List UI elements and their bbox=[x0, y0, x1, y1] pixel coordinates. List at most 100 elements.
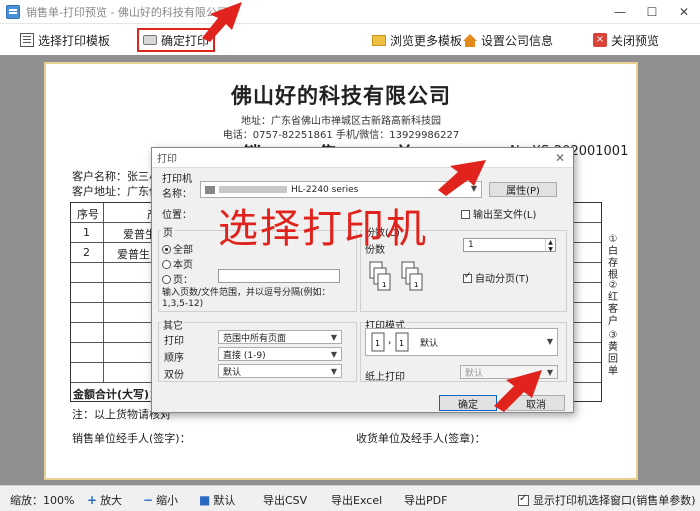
chevron-down-icon: ▼ bbox=[330, 367, 337, 376]
company-settings-label: 设置公司信息 bbox=[481, 33, 554, 48]
duplex-select[interactable]: 默认 ▼ bbox=[218, 364, 342, 378]
chevron-down-icon: ▼ bbox=[330, 350, 337, 359]
close-window-button[interactable]: ✕ bbox=[668, 0, 700, 24]
other-group-label: 其它 bbox=[161, 317, 185, 332]
export-pdf-button[interactable]: 导出PDF bbox=[404, 492, 447, 508]
collate-illustration: 1 1 bbox=[368, 260, 432, 304]
zoom-out-button[interactable]: − 缩小 bbox=[143, 492, 178, 508]
company-name: 佛山好的科技有限公司 bbox=[231, 83, 451, 108]
order-label: 顺序 bbox=[164, 353, 184, 364]
company-contact: 电话：0757-82251861 手机/微信：13929986227 bbox=[222, 130, 460, 141]
radio-icon bbox=[162, 260, 171, 269]
checkbox-checked-icon bbox=[518, 493, 529, 506]
printer-icon bbox=[143, 35, 157, 45]
svg-text:1: 1 bbox=[382, 281, 386, 289]
svg-text:1: 1 bbox=[399, 339, 404, 348]
ok-button[interactable]: 确定 bbox=[439, 395, 497, 411]
checkbox-icon bbox=[461, 210, 470, 219]
receiver-signature: 收货单位及经手人(签章)： bbox=[356, 432, 486, 445]
blurred-printer-prefix bbox=[219, 186, 287, 193]
radio-icon bbox=[162, 245, 171, 254]
zoom-in-button[interactable]: + 放大 bbox=[87, 492, 122, 508]
company-settings-button[interactable]: 设置公司信息 bbox=[463, 28, 553, 52]
svg-text:1: 1 bbox=[414, 281, 418, 289]
printer-name-label: 名称： bbox=[162, 189, 192, 200]
paper-print-label: 纸上打印 bbox=[365, 372, 405, 383]
printer-icon bbox=[205, 185, 215, 194]
toolbar: 选择打印模板 确定打印 浏览更多模板 设置公司信息 × 关闭预览 bbox=[0, 25, 700, 55]
folder-icon bbox=[372, 34, 386, 46]
table-row-1-no: 1 bbox=[83, 226, 90, 239]
duplex-label: 双份 bbox=[164, 370, 184, 381]
app-icon bbox=[6, 4, 20, 19]
close-icon: × bbox=[593, 33, 607, 47]
side-label-customer: ②红客户 bbox=[608, 280, 618, 327]
side-label-receipt: ③黄回单 bbox=[608, 330, 618, 377]
select-template-label: 选择打印模板 bbox=[38, 33, 111, 48]
print-mode-select[interactable]: 1 › 1 默认 ▼ bbox=[365, 328, 558, 356]
export-excel-button[interactable]: 导出Excel bbox=[331, 492, 382, 508]
customer-name: 客户名称：张三小 bbox=[72, 170, 160, 183]
export-csv-button[interactable]: 导出CSV bbox=[263, 492, 307, 508]
current-page-radio[interactable]: 本页 bbox=[162, 256, 193, 271]
order-select[interactable]: 直接 (1-9) ▼ bbox=[218, 347, 342, 361]
browse-templates-button[interactable]: 浏览更多模板 bbox=[372, 28, 462, 52]
seller-signature: 销售单位经手人(签字)： bbox=[72, 432, 191, 445]
properties-button[interactable]: 属性(P) bbox=[489, 182, 557, 197]
title-bar: 销售单-打印预览 - 佛山好的科技有限公司 — ☐ ✕ bbox=[0, 0, 700, 24]
dialog-title-bar: 打印 bbox=[152, 148, 573, 168]
side-label-stub: ①白存根 bbox=[608, 234, 618, 281]
browse-templates-label: 浏览更多模板 bbox=[390, 33, 463, 48]
company-address: 地址：广东省佛山市禅城区古新路高新科技园 bbox=[241, 116, 441, 127]
copies-value: 1 bbox=[468, 240, 474, 250]
chevron-down-icon: ▼ bbox=[546, 337, 553, 346]
page-range-hint: 输入页数/文件范围，并以逗号分隔(例如：1,3,5-12) bbox=[162, 288, 331, 309]
table-row-2-product: 爱普生 bbox=[117, 248, 150, 261]
total-label: 金额合计(大写)： bbox=[73, 388, 161, 401]
printer-name-value: HL-2240 series bbox=[291, 184, 359, 195]
red-arrow-icon bbox=[494, 370, 542, 412]
maximize-button[interactable]: ☐ bbox=[636, 0, 668, 24]
show-printer-dialog-checkbox[interactable]: 显示打印机选择窗口(销售单参数) bbox=[518, 492, 696, 508]
print-to-file-checkbox[interactable]: 输出至文件(L) bbox=[461, 206, 536, 221]
copies-stepper[interactable]: 1 ▲ ▼ bbox=[463, 238, 556, 253]
customer-address: 客户地址：广东佛 bbox=[72, 185, 160, 198]
printer-group-label: 打印机 bbox=[160, 170, 194, 185]
table-row-2-no: 2 bbox=[83, 246, 90, 259]
template-icon bbox=[20, 33, 34, 47]
close-preview-label: 关闭预览 bbox=[611, 33, 660, 48]
status-bar: 缩放：100% + 放大 − 缩小 ■ 默认 导出CSV 导出Excel 导出PDF … bbox=[0, 485, 700, 511]
plus-icon: + bbox=[87, 493, 98, 507]
select-template-button[interactable]: 选择打印模板 bbox=[20, 28, 110, 52]
page-range-input[interactable] bbox=[218, 269, 340, 283]
page-mode-icon: 1 › 1 bbox=[371, 332, 409, 352]
print-range-label: 打印 bbox=[164, 336, 184, 347]
all-pages-radio[interactable]: 全部 bbox=[162, 241, 193, 256]
print-range-select[interactable]: 范围中所有页面 ▼ bbox=[218, 330, 342, 344]
default-zoom-button[interactable]: ■ 默认 bbox=[199, 492, 235, 508]
chevron-down-icon: ▼ bbox=[330, 333, 337, 342]
dialog-title: 打印 bbox=[157, 154, 177, 165]
checkbox-checked-icon bbox=[463, 271, 472, 283]
pages-group-label: 页 bbox=[161, 224, 175, 239]
svg-text:1: 1 bbox=[375, 339, 380, 348]
stepper-arrows-icon[interactable]: ▲ ▼ bbox=[545, 239, 555, 253]
red-arrow-icon bbox=[202, 2, 242, 42]
svg-text:›: › bbox=[388, 338, 391, 347]
window-controls: — ☐ ✕ bbox=[604, 0, 700, 24]
home-icon bbox=[463, 33, 477, 47]
location-label: 位置： bbox=[162, 210, 192, 221]
close-preview-button[interactable]: × 关闭预览 bbox=[593, 28, 659, 52]
radio-icon bbox=[162, 275, 171, 284]
select-printer-annotation: 选择打印机 bbox=[218, 206, 428, 252]
table-header-no: 序号 bbox=[77, 208, 99, 221]
dialog-close-icon[interactable]: ✕ bbox=[555, 151, 565, 165]
zoom-level: 缩放：100% bbox=[10, 494, 75, 507]
red-arrow-icon bbox=[438, 160, 486, 196]
minimize-button[interactable]: — bbox=[604, 0, 636, 24]
default-icon: ■ bbox=[199, 493, 211, 507]
page-range-radio[interactable]: 页： bbox=[162, 271, 193, 286]
collate-pages-icon: 1 1 bbox=[369, 261, 423, 291]
collate-checkbox[interactable]: 自动分页(T) bbox=[463, 270, 529, 285]
minus-icon: − bbox=[143, 493, 154, 507]
